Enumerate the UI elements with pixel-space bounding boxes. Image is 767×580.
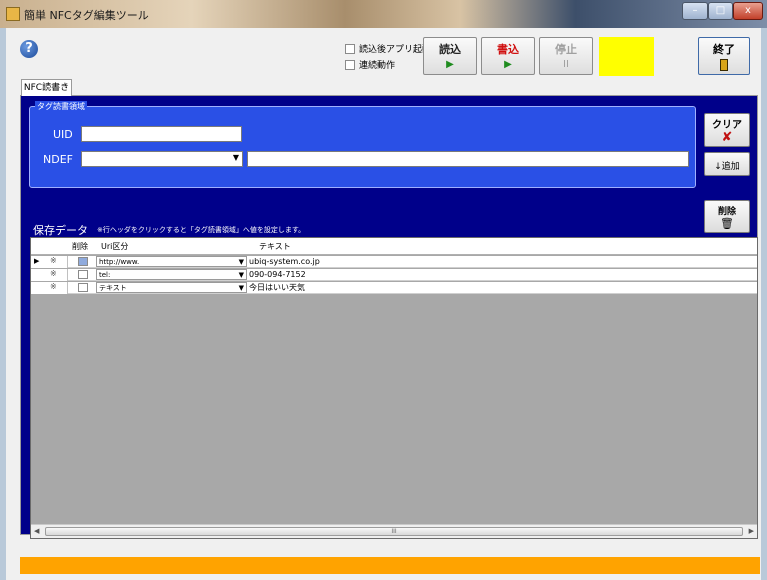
stop-button[interactable]: 停止 II (539, 37, 593, 75)
uri-type-select[interactable]: tel: ▼ (96, 269, 247, 280)
chevron-down-icon: ▼ (232, 153, 239, 162)
new-row-icon: ※ (50, 269, 57, 278)
chevron-right-icon[interactable]: ▶ (749, 527, 754, 535)
read-button-label: 読込 (439, 43, 461, 56)
pause-icon: II (563, 59, 569, 70)
status-indicator (599, 37, 654, 76)
grid-header: 削除 Uri区分 テキスト (31, 238, 757, 255)
uri-type-value: テキスト (99, 284, 127, 292)
column-header-uri[interactable]: Uri区分 (101, 241, 128, 252)
saved-data-grid: 削除 Uri区分 テキスト ▶ ※ http://www. ▼ ubiq-sys… (30, 237, 758, 539)
clear-button-label: クリア (712, 120, 742, 131)
play-icon: ▶ (446, 59, 454, 70)
after-read-launch-checkbox[interactable] (345, 44, 355, 54)
row-header[interactable]: ▶ ※ (31, 256, 68, 268)
play-icon: ▶ (504, 59, 512, 70)
after-read-launch-label: 読込後アプリ起動 (359, 45, 432, 55)
uri-type-value: http://www. (99, 258, 140, 266)
row-delete-checkbox[interactable] (78, 270, 88, 279)
stop-button-label: 停止 (555, 43, 577, 56)
row-delete-checkbox[interactable] (78, 283, 88, 292)
table-row[interactable]: ※ tel: ▼ 090-094-7152 (31, 269, 757, 281)
close-button[interactable]: x (733, 2, 763, 20)
column-header-delete[interactable]: 削除 (72, 241, 88, 252)
ndef-label: NDEF (43, 153, 73, 166)
uri-type-value: tel: (99, 271, 111, 279)
cross-icon: ✘ (721, 130, 733, 145)
read-button[interactable]: 読込 ▶ (423, 37, 477, 75)
chevron-down-icon: ▼ (238, 271, 244, 279)
continuous-mode-label: 連続動作 (359, 61, 396, 71)
maximize-button[interactable]: □ (708, 2, 733, 20)
trash-icon: 🗑 (720, 217, 734, 230)
ndef-type-select[interactable]: ▼ (81, 151, 243, 167)
tag-area-group (29, 106, 696, 188)
column-header-text[interactable]: テキスト (259, 241, 291, 252)
uri-type-select[interactable]: http://www. ▼ (96, 256, 247, 267)
add-button[interactable]: ↓追加 (704, 152, 750, 176)
tab-nfc-read-write[interactable]: NFC読書き (21, 79, 72, 96)
new-row-icon: ※ (50, 256, 57, 265)
uri-type-select[interactable]: テキスト ▼ (96, 282, 247, 293)
new-row-icon: ※ (50, 282, 57, 291)
title-bar: 簡単 NFCタグ編集ツール – □ x (0, 0, 767, 28)
current-row-icon: ▶ (34, 257, 40, 265)
status-bar (20, 557, 760, 574)
table-row[interactable]: ▶ ※ http://www. ▼ ubiq-system.co.jp (31, 256, 757, 268)
write-button[interactable]: 書込 ▶ (481, 37, 535, 75)
chevron-down-icon: ▼ (238, 284, 244, 292)
uid-field[interactable] (81, 126, 242, 142)
saved-data-title: 保存データ (33, 224, 88, 237)
row-text-cell[interactable]: 090-094-7152 (249, 269, 306, 281)
row-header[interactable]: ※ (31, 282, 68, 294)
chevron-down-icon: ▼ (238, 258, 244, 266)
door-icon (720, 59, 728, 71)
minimize-button[interactable]: – (682, 2, 708, 20)
row-text-cell[interactable]: ubiq-system.co.jp (249, 256, 320, 268)
ndef-text-field[interactable] (247, 151, 689, 167)
exit-button[interactable]: 終了 (698, 37, 750, 75)
clear-button[interactable]: クリア ✘ (704, 113, 750, 147)
tag-area-title: タグ読書領域 (35, 101, 87, 112)
continuous-mode-checkbox[interactable] (345, 60, 355, 70)
help-icon[interactable]: ? (20, 40, 38, 58)
table-row[interactable]: ※ テキスト ▼ 今日はいい天気 (31, 282, 757, 294)
uid-label: UID (53, 128, 73, 141)
exit-button-label: 終了 (713, 43, 735, 56)
horizontal-scrollbar[interactable]: ◀ III ▶ (31, 524, 757, 538)
delete-button-label: 削除 (717, 207, 736, 217)
row-text-cell[interactable]: 今日はいい天気 (249, 282, 305, 294)
chevron-left-icon[interactable]: ◀ (34, 527, 39, 535)
write-button-label: 書込 (497, 43, 519, 56)
app-icon (6, 7, 20, 21)
saved-data-hint: ※行ヘッダをクリックすると「タグ読書領域」へ値を設定します。 (97, 226, 306, 234)
window-title: 簡単 NFCタグ編集ツール (24, 9, 149, 22)
row-header[interactable]: ※ (31, 269, 68, 281)
add-button-label: ↓追加 (714, 162, 740, 172)
scrollbar-thumb[interactable]: III (45, 527, 743, 536)
delete-button[interactable]: 削除 🗑 (704, 200, 750, 233)
row-delete-checkbox[interactable] (78, 257, 88, 266)
